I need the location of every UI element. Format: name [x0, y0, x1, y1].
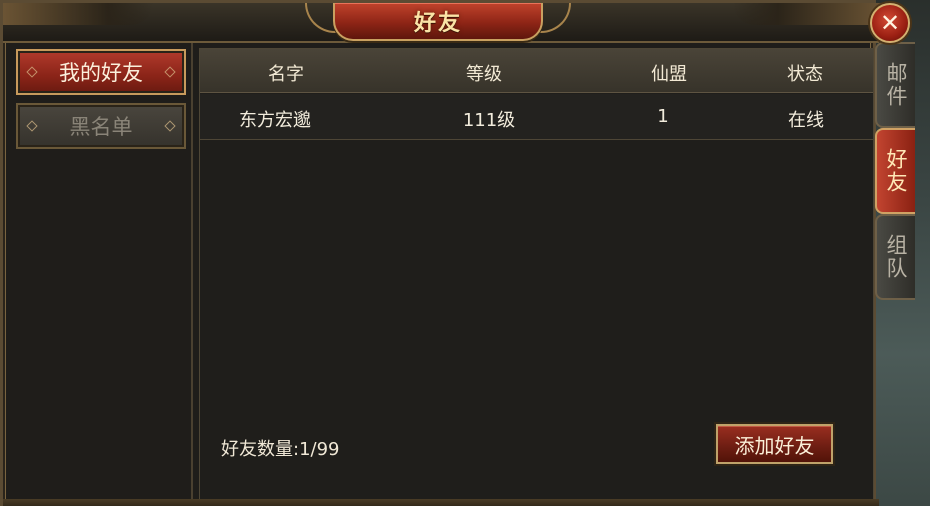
diamond-ornament-icon — [164, 120, 176, 132]
friend-status: 在线 — [788, 110, 824, 131]
friends-table: 名字 等级 仙盟 状态 东方宏邈 111级 1 在线 好友数量:1/99 添加好… — [199, 48, 874, 503]
tab-mail[interactable]: 邮件 — [875, 42, 915, 128]
friend-name: 东方宏邈 — [239, 110, 311, 131]
diamond-ornament-icon — [164, 66, 176, 78]
column-header-status: 状态 — [787, 64, 823, 85]
column-header-level: 等级 — [466, 64, 502, 85]
tab-team[interactable]: 组队 — [875, 214, 915, 300]
tab-team-label: 组队 — [884, 234, 908, 280]
add-friend-label: 添加好友 — [734, 433, 815, 458]
bottom-border — [3, 499, 879, 506]
tab-friends[interactable]: 好友 — [875, 128, 915, 214]
table-row[interactable]: 东方宏邈 111级 1 在线 — [200, 94, 873, 140]
my-friends-button[interactable]: 我的好友 — [16, 49, 186, 95]
title-ornament-right — [733, 3, 883, 25]
title-ornament-left — [3, 3, 153, 25]
friend-count: 好友数量:1/99 — [221, 439, 340, 460]
friend-level: 111级 — [462, 110, 516, 131]
add-friend-button[interactable]: 添加好友 — [716, 424, 833, 464]
tab-mail-label: 邮件 — [884, 62, 908, 108]
blacklist-label: 黑名单 — [69, 115, 133, 139]
table-header: 名字 等级 仙盟 状态 — [200, 49, 873, 93]
close-button[interactable]: ✕ — [870, 3, 910, 43]
column-header-guild: 仙盟 — [651, 64, 687, 85]
category-panel: 我的好友 黑名单 — [8, 43, 193, 503]
column-header-name: 名字 — [268, 64, 304, 85]
close-icon: ✕ — [879, 9, 901, 37]
window-title-plate: 好友 — [333, 3, 543, 41]
friend-guild: 1 — [657, 106, 669, 127]
diamond-ornament-icon — [26, 66, 38, 78]
my-friends-label: 我的好友 — [59, 61, 143, 85]
tab-friends-label: 好友 — [884, 148, 908, 194]
friends-window: 好友 我的好友 黑名单 名字 等级 仙盟 状态 东方宏邈 111级 1 在线 好… — [0, 0, 883, 506]
blacklist-button[interactable]: 黑名单 — [16, 103, 186, 149]
window-title: 好友 — [413, 11, 462, 36]
diamond-ornament-icon — [26, 120, 38, 132]
